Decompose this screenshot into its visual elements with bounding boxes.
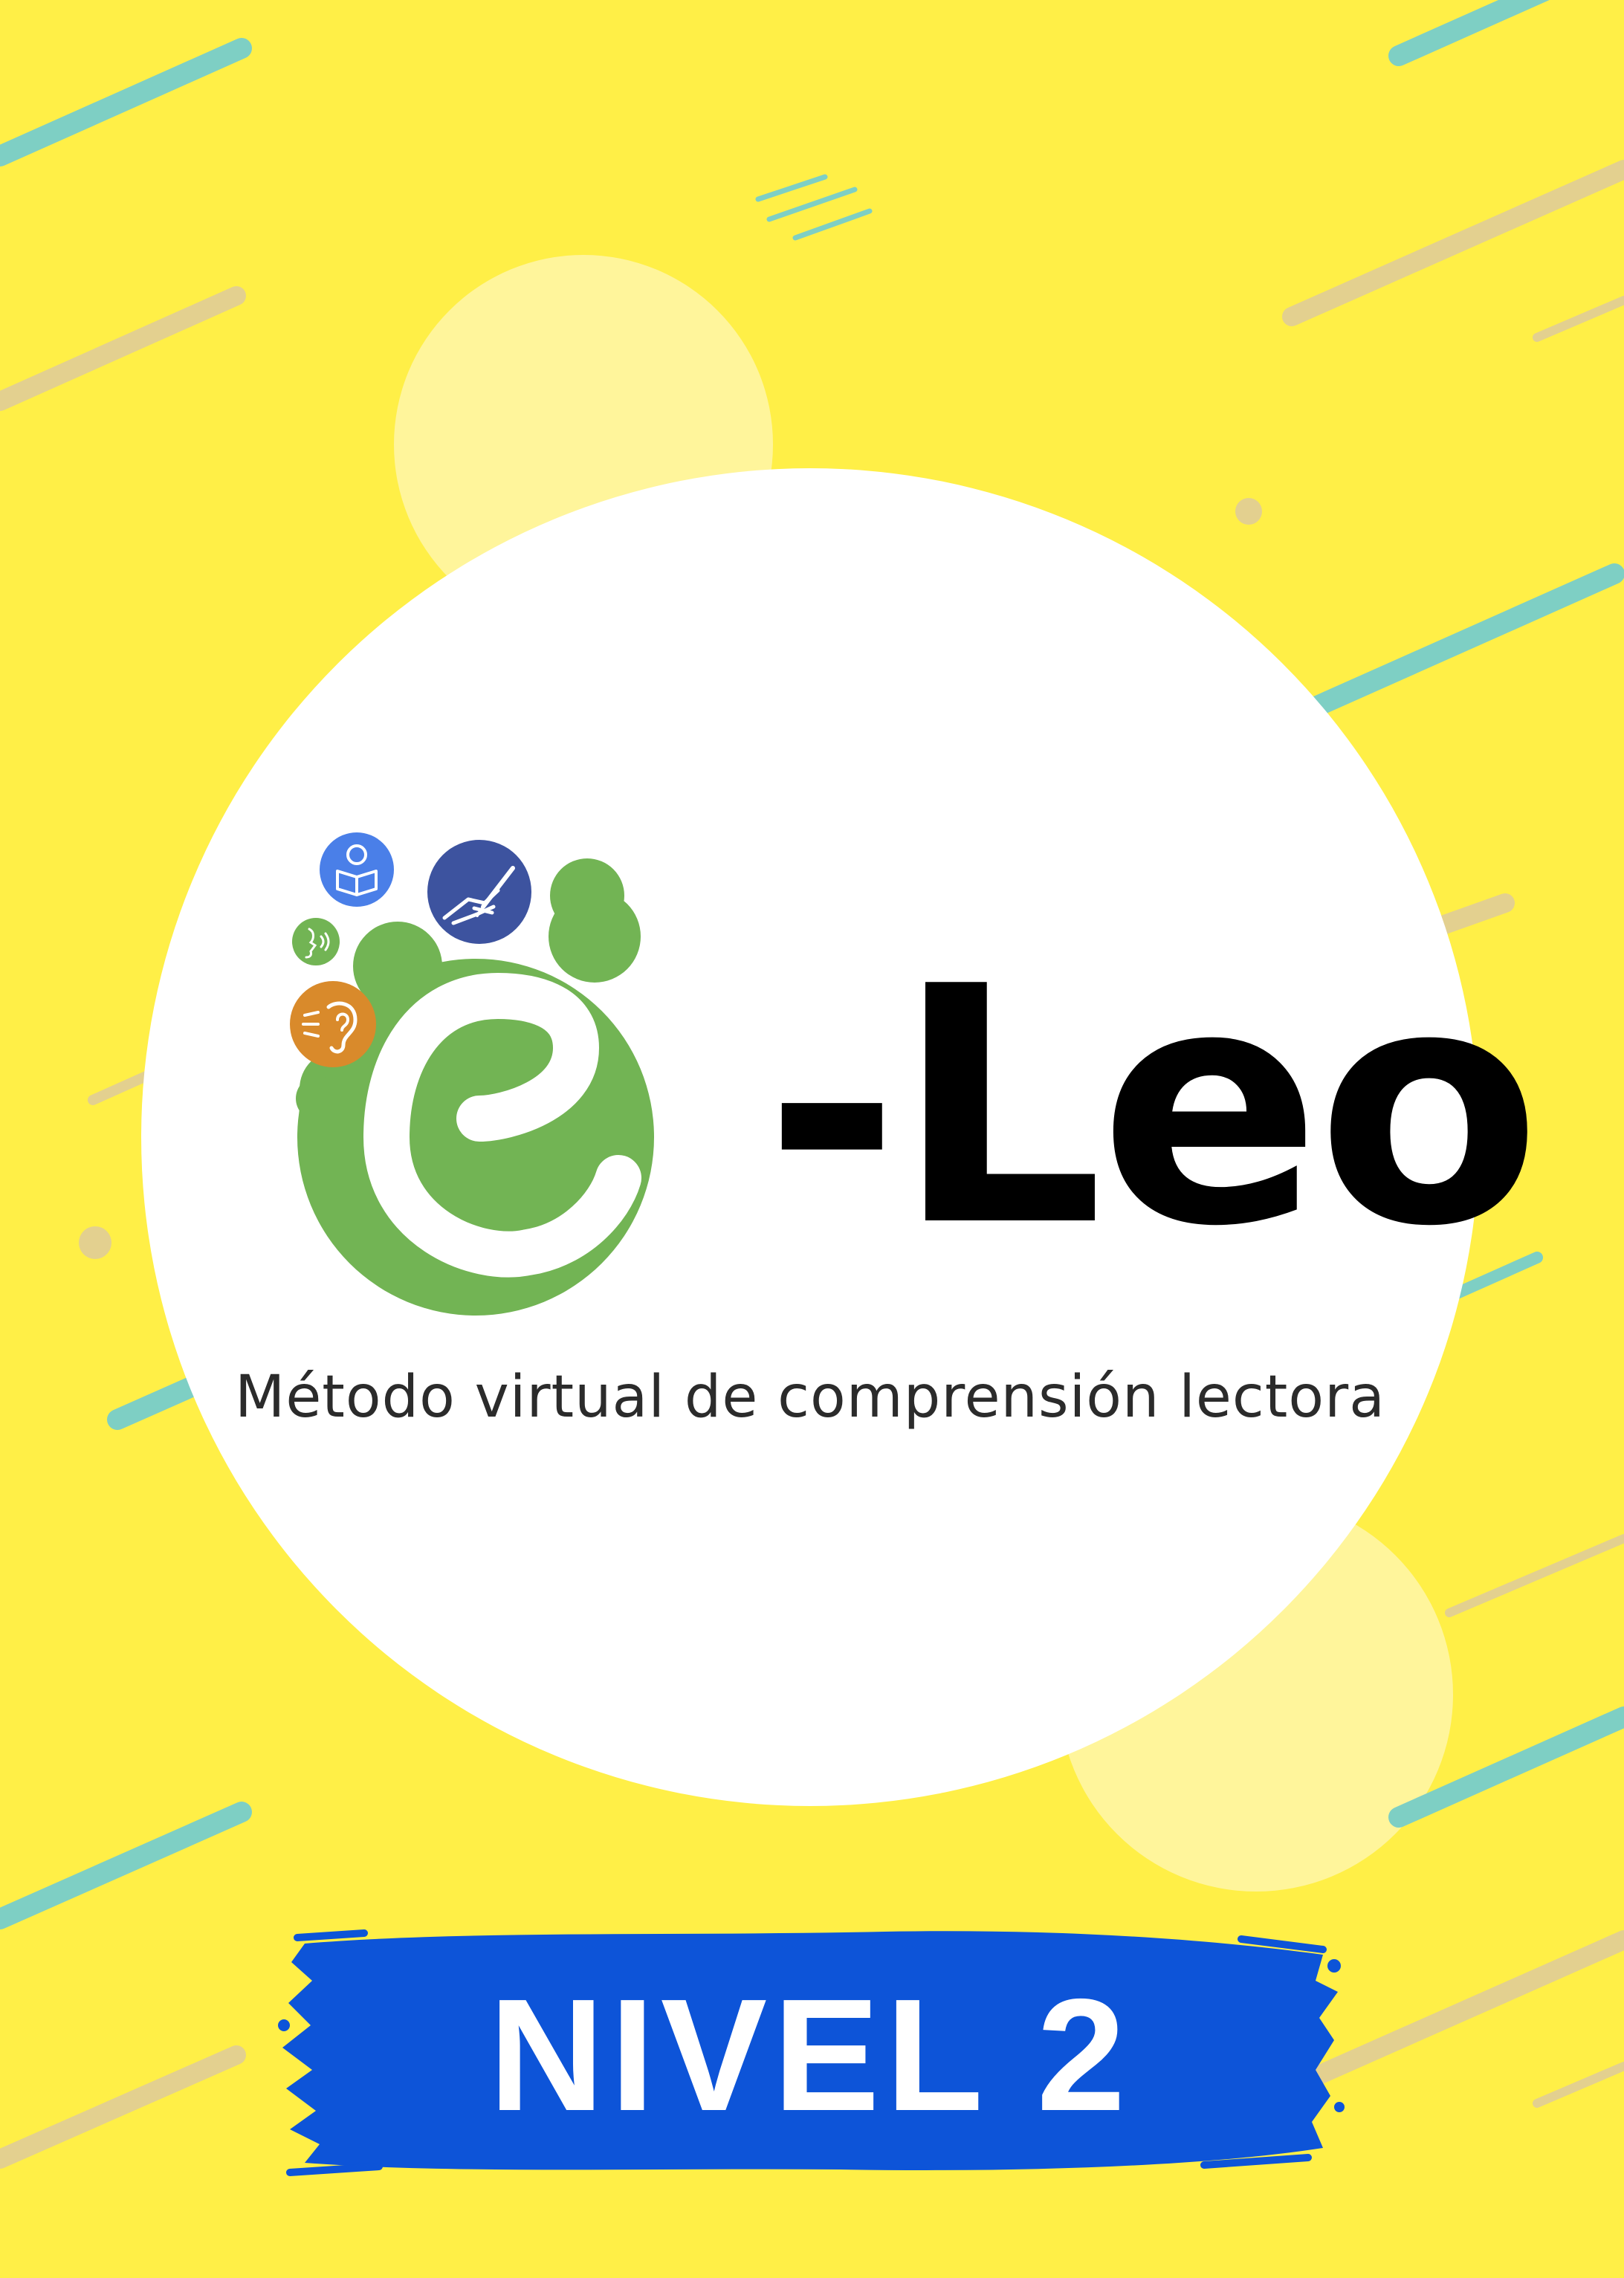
level-label: NIVEL 2 (488, 1965, 1132, 2144)
reading-person-icon (320, 832, 394, 907)
tan-stripe (1287, 1930, 1624, 2094)
teal-stripe (1277, 563, 1624, 730)
teal-stripe (0, 1802, 252, 1929)
e-leo-logo-mark (282, 825, 818, 1330)
teal-stripe (0, 38, 252, 166)
tan-stripe (1533, 2062, 1624, 2108)
tan-stripe (1445, 1534, 1624, 1617)
tan-stripe (0, 286, 246, 411)
tan-dot (79, 1226, 111, 1259)
logo-graphic (290, 832, 654, 1316)
tan-dot (1235, 498, 1262, 525)
teal-hatch (766, 187, 858, 222)
tan-stripe (0, 2045, 246, 2169)
teal-hatch (755, 174, 828, 202)
subtitle: Método virtual de comprensión lectora (235, 1364, 1385, 1431)
listening-ear-icon (290, 981, 376, 1067)
teal-hatch (792, 208, 873, 241)
logo-wordmark: -Leo (764, 917, 1541, 1298)
hand-writing-icon (421, 834, 537, 950)
speaking-face-icon (292, 918, 340, 965)
tan-stripe (1533, 296, 1624, 342)
level-banner: NIVEL 2 (275, 1921, 1345, 2189)
teal-stripe (1388, 0, 1550, 66)
tan-stripe (1282, 160, 1624, 326)
